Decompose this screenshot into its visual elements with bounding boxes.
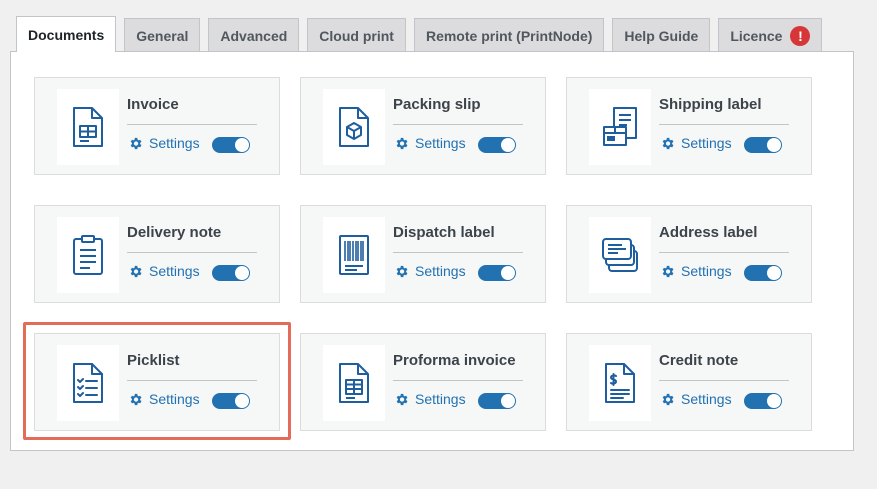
document-card-shipping-label: Shipping label Settings xyxy=(566,77,812,175)
enable-toggle[interactable] xyxy=(478,137,516,153)
toggle-knob xyxy=(767,394,781,408)
settings-link[interactable]: Settings xyxy=(660,263,732,279)
divider xyxy=(127,124,257,125)
settings-label: Settings xyxy=(149,263,200,279)
card-title: Credit note xyxy=(659,352,739,369)
settings-label: Settings xyxy=(149,391,200,407)
settings-link[interactable]: Settings xyxy=(394,263,466,279)
card-title: Packing slip xyxy=(393,96,481,113)
toggle-knob xyxy=(501,394,515,408)
gear-icon xyxy=(130,393,142,405)
gear-icon xyxy=(396,393,408,405)
tab-bar: Documents General Advanced Cloud print R… xyxy=(16,16,830,52)
tab-general[interactable]: General xyxy=(124,18,201,52)
card-title: Delivery note xyxy=(127,224,222,241)
tab-remote-print[interactable]: Remote print (PrintNode) xyxy=(413,18,605,52)
divider xyxy=(659,380,789,381)
gear-icon xyxy=(130,265,142,277)
toggle-knob xyxy=(767,266,781,280)
enable-toggle[interactable] xyxy=(478,393,516,409)
documents-panel: Invoice Settings Packing slip Settings S… xyxy=(10,51,854,451)
picklist-icon xyxy=(57,345,119,421)
document-card-dispatch-label: Dispatch label Settings xyxy=(300,205,546,303)
tab-label: General xyxy=(136,27,189,44)
settings-link[interactable]: Settings xyxy=(394,135,466,151)
enable-toggle[interactable] xyxy=(212,265,250,281)
tab-documents[interactable]: Documents xyxy=(16,16,117,52)
settings-label: Settings xyxy=(681,135,732,151)
divider xyxy=(393,380,523,381)
card-title: Shipping label xyxy=(659,96,762,113)
gear-icon xyxy=(130,137,142,149)
tab-label: Cloud print xyxy=(319,27,394,44)
tab-advanced[interactable]: Advanced xyxy=(208,18,300,52)
tab-cloud-print[interactable]: Cloud print xyxy=(307,18,406,52)
settings-label: Settings xyxy=(415,263,466,279)
settings-link[interactable]: Settings xyxy=(660,135,732,151)
enable-toggle[interactable] xyxy=(744,137,782,153)
document-card-credit-note: Credit note Settings xyxy=(566,333,812,431)
divider xyxy=(393,252,523,253)
divider xyxy=(127,252,257,253)
divider xyxy=(659,252,789,253)
toggle-knob xyxy=(501,266,515,280)
gear-icon xyxy=(662,137,674,149)
document-card-picklist: Picklist Settings xyxy=(34,333,280,431)
enable-toggle[interactable] xyxy=(744,265,782,281)
enable-toggle[interactable] xyxy=(212,137,250,153)
invoice-icon xyxy=(57,89,119,165)
packing-slip-icon xyxy=(323,89,385,165)
tab-label: Licence xyxy=(730,27,783,44)
settings-label: Settings xyxy=(681,263,732,279)
tab-licence[interactable]: Licence! xyxy=(718,18,823,52)
settings-label: Settings xyxy=(415,135,466,151)
enable-toggle[interactable] xyxy=(744,393,782,409)
card-title: Invoice xyxy=(127,96,179,113)
alert-icon: ! xyxy=(790,25,811,46)
toggle-knob xyxy=(235,266,249,280)
document-card-invoice: Invoice Settings xyxy=(34,77,280,175)
toggle-knob xyxy=(767,138,781,152)
gear-icon xyxy=(662,393,674,405)
tab-label: Documents xyxy=(28,26,105,43)
settings-link[interactable]: Settings xyxy=(394,391,466,407)
card-title: Proforma invoice xyxy=(393,352,516,369)
divider xyxy=(127,380,257,381)
settings-label: Settings xyxy=(149,135,200,151)
tab-help-guide[interactable]: Help Guide xyxy=(612,18,711,52)
settings-label: Settings xyxy=(681,391,732,407)
divider xyxy=(393,124,523,125)
tab-label: Help Guide xyxy=(624,27,699,44)
shipping-label-icon xyxy=(589,89,651,165)
toggle-knob xyxy=(501,138,515,152)
divider xyxy=(659,124,789,125)
toggle-knob xyxy=(235,394,249,408)
document-card-delivery-note: Delivery note Settings xyxy=(34,205,280,303)
gear-icon xyxy=(396,137,408,149)
proforma-invoice-icon xyxy=(323,345,385,421)
dispatch-label-icon xyxy=(323,217,385,293)
tab-label: Remote print (PrintNode) xyxy=(425,27,593,44)
gear-icon xyxy=(662,265,674,277)
settings-link[interactable]: Settings xyxy=(660,391,732,407)
gear-icon xyxy=(396,265,408,277)
card-title: Picklist xyxy=(127,352,180,369)
document-card-packing-slip: Packing slip Settings xyxy=(300,77,546,175)
card-title: Address label xyxy=(659,224,758,241)
toggle-knob xyxy=(235,138,249,152)
enable-toggle[interactable] xyxy=(478,265,516,281)
enable-toggle[interactable] xyxy=(212,393,250,409)
settings-link[interactable]: Settings xyxy=(128,135,200,151)
settings-link[interactable]: Settings xyxy=(128,391,200,407)
settings-link[interactable]: Settings xyxy=(128,263,200,279)
address-label-icon xyxy=(589,217,651,293)
delivery-note-icon xyxy=(57,217,119,293)
document-card-address-label: Address label Settings xyxy=(566,205,812,303)
card-title: Dispatch label xyxy=(393,224,495,241)
tab-label: Advanced xyxy=(220,27,288,44)
credit-note-icon xyxy=(589,345,651,421)
document-card-proforma-invoice: Proforma invoice Settings xyxy=(300,333,546,431)
settings-label: Settings xyxy=(415,391,466,407)
